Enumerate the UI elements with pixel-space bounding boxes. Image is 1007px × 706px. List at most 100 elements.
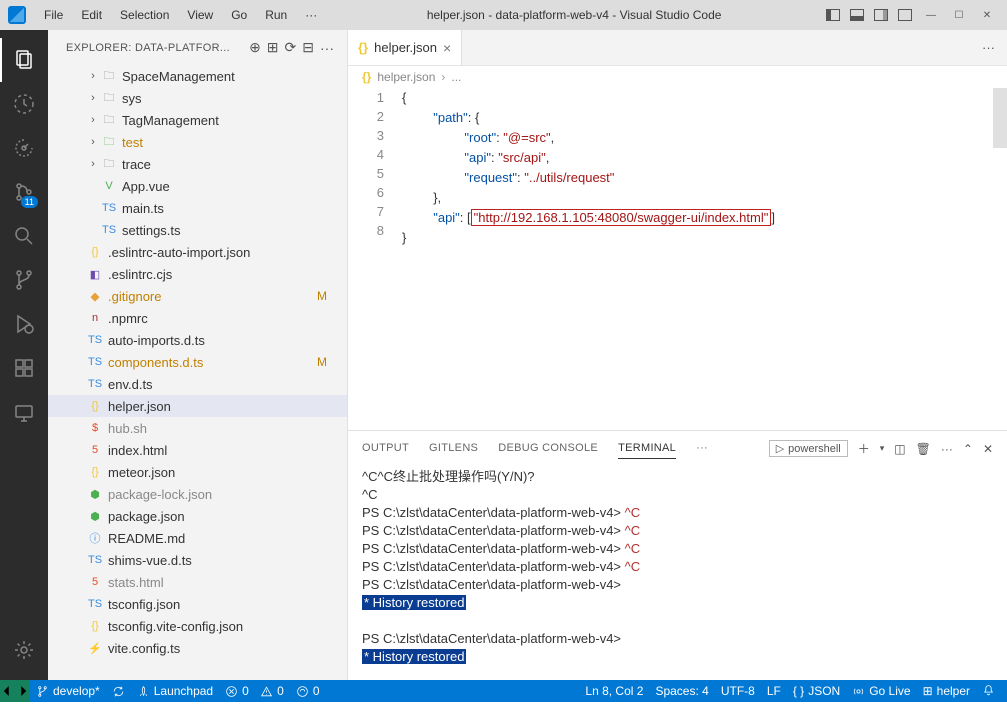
tree-item[interactable]: 5stats.html: [48, 571, 347, 593]
helper-status[interactable]: ⊞helper: [917, 684, 976, 698]
new-folder-icon[interactable]: ⊞: [264, 39, 282, 56]
tab-actions[interactable]: ···: [970, 30, 1007, 65]
more-icon[interactable]: ···: [317, 40, 337, 56]
tree-item[interactable]: n.npmrc: [48, 307, 347, 329]
line-gutter: 12345678: [348, 88, 402, 430]
tree-item[interactable]: TSauto-imports.d.ts: [48, 329, 347, 351]
more-terminal-icon[interactable]: ···: [941, 442, 953, 456]
layout-full-icon[interactable]: [895, 3, 915, 27]
tree-item[interactable]: ›🗀test: [48, 131, 347, 153]
terminal-output[interactable]: ^C^C终止批处理操作吗(Y/N)?^CPS C:\zlst\dataCente…: [348, 466, 1007, 680]
encoding[interactable]: UTF-8: [715, 684, 761, 698]
ports[interactable]: 0: [290, 680, 326, 702]
panel-tab-···[interactable]: ···: [696, 438, 708, 459]
collapse-icon[interactable]: ⊟: [299, 39, 317, 56]
maximize-button[interactable]: ☐: [947, 3, 971, 27]
close-button[interactable]: ✕: [975, 3, 999, 27]
breadcrumb[interactable]: {} helper.json › ...: [348, 66, 1007, 88]
new-file-icon[interactable]: ⊕: [246, 39, 264, 56]
timeline-icon[interactable]: [0, 82, 48, 126]
menu-run[interactable]: Run: [257, 4, 295, 26]
tree-item[interactable]: ›🗀TagManagement: [48, 109, 347, 131]
shell-selector[interactable]: ▷powershell: [769, 440, 848, 457]
folder-icon: 🗀: [100, 112, 118, 128]
panel-tab-output[interactable]: OUTPUT: [362, 438, 409, 459]
layout-right-icon[interactable]: [871, 3, 891, 27]
go-live[interactable]: Go Live: [846, 684, 916, 698]
search-icon[interactable]: [0, 214, 48, 258]
scrollbar[interactable]: [993, 88, 1007, 430]
sync-status[interactable]: [106, 680, 131, 702]
file-tree[interactable]: ›🗀SpaceManagement›🗀sys›🗀TagManagement›🗀t…: [48, 65, 347, 680]
run-icon[interactable]: [0, 302, 48, 346]
minimize-button[interactable]: —: [919, 3, 943, 27]
menu-view[interactable]: View: [179, 4, 221, 26]
launchpad[interactable]: Launchpad: [131, 680, 219, 702]
panel-tab-debug console[interactable]: DEBUG CONSOLE: [498, 438, 598, 459]
explorer-icon[interactable]: [0, 38, 48, 82]
chevron-right-icon: ›: [86, 136, 100, 148]
item-label: .npmrc: [108, 311, 347, 326]
close-panel-icon[interactable]: ✕: [983, 442, 993, 456]
layout-left-icon[interactable]: [823, 3, 843, 27]
tree-item[interactable]: ›🗀sys: [48, 87, 347, 109]
eol[interactable]: LF: [761, 684, 787, 698]
tree-item[interactable]: TSenv.d.ts: [48, 373, 347, 395]
file-icon: ⬢: [86, 486, 104, 502]
tree-item[interactable]: TStsconfig.json: [48, 593, 347, 615]
tree-item[interactable]: ⓘREADME.md: [48, 527, 347, 549]
extensions-icon[interactable]: [0, 346, 48, 390]
close-tab-icon[interactable]: ×: [443, 40, 451, 56]
tree-item[interactable]: {}.eslintrc-auto-import.json: [48, 241, 347, 263]
tree-item[interactable]: {}helper.json: [48, 395, 347, 417]
maximize-panel-icon[interactable]: ⌃: [963, 442, 973, 456]
remote-icon[interactable]: [0, 390, 48, 434]
chevron-right-icon: ›: [441, 70, 445, 84]
tree-item[interactable]: {}tsconfig.vite-config.json: [48, 615, 347, 637]
tree-item[interactable]: {}meteor.json: [48, 461, 347, 483]
remote-indicator[interactable]: [0, 680, 30, 702]
tree-item[interactable]: ◆.gitignoreM: [48, 285, 347, 307]
tab-label: helper.json: [374, 40, 437, 55]
git-branch[interactable]: develop*: [30, 680, 106, 702]
menu-edit[interactable]: Edit: [73, 4, 110, 26]
cursor-position[interactable]: Ln 8, Col 2: [579, 684, 649, 698]
problems[interactable]: 0 0: [219, 680, 290, 702]
layout-bottom-icon[interactable]: [847, 3, 867, 27]
file-icon: TS: [86, 332, 104, 348]
menu-file[interactable]: File: [36, 4, 71, 26]
menu-go[interactable]: Go: [223, 4, 255, 26]
tree-item[interactable]: TSmain.ts: [48, 197, 347, 219]
chevron-down-icon[interactable]: ▾: [880, 443, 885, 454]
refresh-icon[interactable]: ⟳: [282, 39, 300, 56]
tree-item[interactable]: ›🗀trace: [48, 153, 347, 175]
speed-icon[interactable]: [0, 126, 48, 170]
tree-item[interactable]: ⬢package-lock.json: [48, 483, 347, 505]
settings-icon[interactable]: [0, 628, 48, 672]
new-terminal-icon[interactable]: ＋: [858, 440, 870, 457]
trash-icon[interactable]: 🗑: [916, 442, 931, 456]
menu-selection[interactable]: Selection: [112, 4, 177, 26]
code-editor[interactable]: 12345678 { "path": { "root": "@=src", "a…: [348, 88, 1007, 430]
tree-item[interactable]: TScomponents.d.tsM: [48, 351, 347, 373]
tree-item[interactable]: ›🗀SpaceManagement: [48, 65, 347, 87]
tree-item[interactable]: $hub.sh: [48, 417, 347, 439]
notifications-icon[interactable]: [976, 684, 1001, 697]
tree-item[interactable]: ◧.eslintrc.cjs: [48, 263, 347, 285]
menu-···[interactable]: ···: [297, 4, 325, 26]
panel-tab-terminal[interactable]: TERMINAL: [618, 438, 676, 459]
tab-helper-json[interactable]: {} helper.json ×: [348, 30, 462, 65]
code-content[interactable]: { "path": { "root": "@=src", "api": "src…: [402, 88, 1007, 430]
split-terminal-icon[interactable]: ◫: [894, 442, 905, 456]
tree-item[interactable]: TSsettings.ts: [48, 219, 347, 241]
tree-item[interactable]: 5index.html: [48, 439, 347, 461]
tree-item[interactable]: ⬢package.json: [48, 505, 347, 527]
panel-tab-gitlens[interactable]: GITLENS: [429, 438, 478, 459]
source-control-icon[interactable]: 11: [0, 170, 48, 214]
branch-icon[interactable]: [0, 258, 48, 302]
tree-item[interactable]: TSshims-vue.d.ts: [48, 549, 347, 571]
language-mode[interactable]: { }JSON: [787, 684, 846, 698]
indentation[interactable]: Spaces: 4: [649, 684, 714, 698]
tree-item[interactable]: VApp.vue: [48, 175, 347, 197]
tree-item[interactable]: ⚡vite.config.ts: [48, 637, 347, 659]
